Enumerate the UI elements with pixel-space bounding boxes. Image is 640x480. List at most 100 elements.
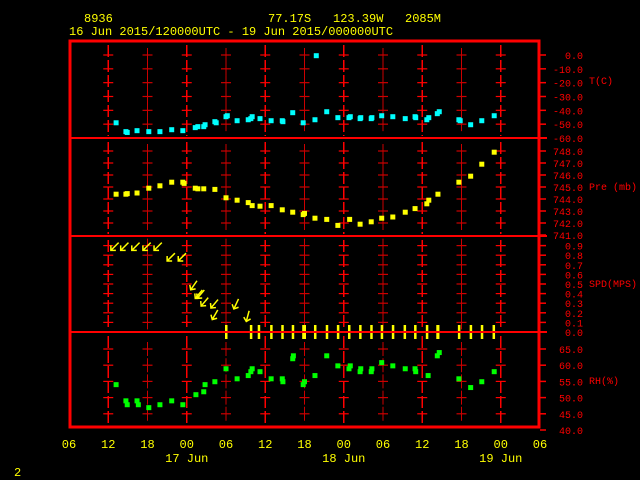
humidity-point bbox=[491, 369, 497, 375]
temperature-point bbox=[491, 113, 497, 119]
temperature-point bbox=[347, 114, 353, 120]
temperature-point bbox=[268, 118, 274, 124]
y-tick-label: 0.0 bbox=[565, 52, 583, 63]
wind-arrow bbox=[166, 252, 176, 262]
humidity-point bbox=[249, 366, 255, 372]
y-tick-label: -60.0 bbox=[553, 135, 583, 146]
wind-arrow-shaft bbox=[200, 297, 209, 307]
pressure-point bbox=[157, 183, 163, 189]
temperature-point bbox=[313, 53, 319, 59]
pressure-point bbox=[335, 222, 341, 228]
temperature-point bbox=[134, 128, 140, 134]
y-tick-label: 65.0 bbox=[559, 346, 583, 357]
humidity-point bbox=[202, 382, 208, 388]
pressure-point bbox=[402, 209, 408, 215]
temperature-point bbox=[234, 118, 240, 124]
pressure-point bbox=[379, 215, 385, 221]
pressure-point bbox=[479, 161, 485, 167]
wind-arrow-shaft bbox=[190, 280, 198, 291]
pressure-point bbox=[234, 197, 240, 203]
temperature-point bbox=[124, 129, 130, 135]
humidity-point bbox=[268, 376, 274, 382]
humidity-point bbox=[456, 376, 462, 382]
temperature-point bbox=[312, 117, 318, 123]
pressure-point bbox=[426, 197, 432, 203]
x-tick-label: 12 bbox=[415, 438, 429, 452]
temperature-point bbox=[324, 109, 330, 115]
wind-arrow bbox=[119, 242, 129, 252]
humidity-point bbox=[146, 405, 152, 411]
humidity-point bbox=[280, 379, 286, 385]
station-id: 8936 bbox=[84, 12, 113, 26]
humidity-point bbox=[413, 369, 419, 375]
x-tick-label: 00 bbox=[180, 438, 194, 452]
temperature-point bbox=[436, 109, 442, 115]
pressure-point bbox=[146, 185, 152, 191]
humidity-point bbox=[257, 369, 263, 375]
wind-arrow-shaft bbox=[110, 242, 120, 251]
x-tick-label: 06 bbox=[376, 438, 390, 452]
temperature-point bbox=[457, 118, 463, 124]
pressure-point bbox=[290, 209, 296, 215]
pressure-point bbox=[249, 203, 255, 209]
pressure-point bbox=[468, 173, 474, 179]
pressure-point bbox=[312, 215, 318, 221]
panel-title-humidity: RH(%) bbox=[589, 376, 619, 388]
humidity-point bbox=[302, 379, 307, 385]
pressure-point bbox=[302, 210, 307, 216]
axes: 06 12 18 00 06 12 18 00 06 12 18 00 06 17 Jun 18 Jun 19… bbox=[62, 52, 637, 466]
temperature-point bbox=[468, 122, 474, 128]
humidity-point bbox=[223, 366, 229, 372]
pressure-point bbox=[181, 180, 187, 186]
pressure-point bbox=[390, 214, 396, 220]
humidity-point bbox=[180, 402, 186, 408]
temperature-point bbox=[426, 115, 432, 121]
temperature-point bbox=[413, 115, 419, 121]
humidity-point bbox=[390, 363, 396, 369]
humidity-point bbox=[312, 373, 318, 379]
pressure-point bbox=[368, 219, 374, 225]
pressure-point bbox=[212, 186, 218, 192]
x-tick-label: 00 bbox=[337, 438, 351, 452]
humidity-point bbox=[290, 353, 296, 359]
wind-arrow bbox=[177, 252, 187, 262]
humidity-point bbox=[157, 402, 163, 408]
humidity-point bbox=[468, 385, 474, 391]
x-tick-label: 18 bbox=[140, 438, 154, 452]
pressure-point bbox=[279, 207, 285, 213]
x-tick-label: 06 bbox=[533, 438, 547, 452]
wind-arrow bbox=[231, 298, 240, 310]
pressure-point bbox=[357, 221, 363, 227]
y-tick-label: 748.0 bbox=[553, 148, 583, 159]
humidity-point bbox=[347, 363, 353, 369]
pressure-point bbox=[412, 206, 418, 212]
humidity-point bbox=[212, 379, 218, 385]
humidity-point bbox=[193, 392, 199, 398]
pressure-point bbox=[268, 203, 274, 209]
humidity-point bbox=[124, 402, 130, 408]
humidity-point bbox=[324, 353, 330, 359]
wind-arrow-shaft bbox=[210, 299, 219, 309]
temperature-point bbox=[213, 120, 219, 126]
panel-title-temperature: T(C) bbox=[589, 76, 613, 88]
humidity-point bbox=[402, 366, 408, 372]
pressure-point bbox=[491, 149, 497, 155]
pressure-point bbox=[113, 191, 119, 197]
y-tick-label: 50.0 bbox=[559, 395, 583, 406]
humidity-point bbox=[425, 373, 431, 379]
temperature-point bbox=[390, 114, 396, 120]
temperature-point bbox=[402, 116, 408, 122]
pressure-point bbox=[195, 186, 201, 192]
temperature-point bbox=[290, 110, 296, 116]
pressure-point bbox=[134, 190, 140, 196]
y-tick-label: 741.0 bbox=[553, 232, 583, 243]
temperature-point bbox=[146, 129, 152, 135]
temperature-point bbox=[280, 119, 286, 125]
wind-arrow-shaft bbox=[166, 252, 176, 262]
y-tick-label: 743.0 bbox=[553, 208, 583, 219]
wind-arrow-shaft bbox=[153, 242, 163, 251]
temperature-point bbox=[113, 120, 119, 126]
pressure-point bbox=[324, 216, 330, 222]
y-tick-label: -50.0 bbox=[553, 121, 583, 132]
temperature-point bbox=[335, 115, 341, 121]
